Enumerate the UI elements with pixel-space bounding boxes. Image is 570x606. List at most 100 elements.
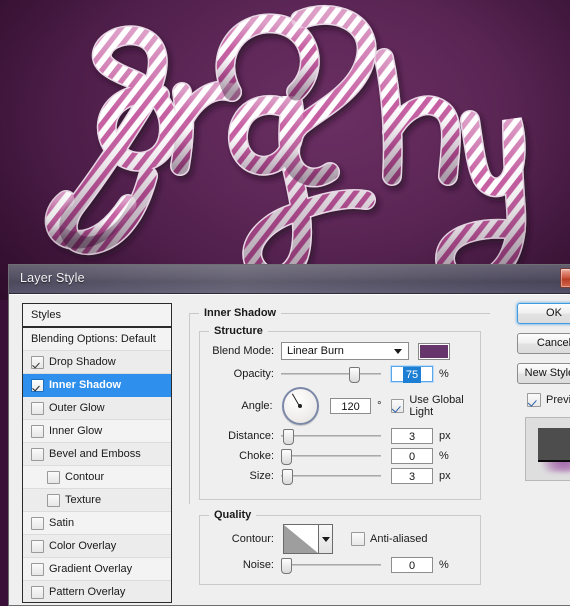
preview-square	[538, 428, 570, 462]
distance-row: Distance: 3 px	[199, 426, 489, 446]
opacity-row: Opacity: 75 %	[199, 364, 489, 384]
checkbox-icon[interactable]	[31, 355, 44, 369]
opacity-input[interactable]: 75	[391, 366, 433, 383]
angle-unit: °	[377, 400, 382, 412]
preview-row: Preview	[527, 393, 570, 410]
checkbox-icon[interactable]	[31, 447, 44, 461]
size-value: 3	[408, 471, 416, 483]
size-slider-thumb[interactable]	[282, 469, 293, 485]
angle-row: Angle: 120 ° Use Global Light	[199, 387, 489, 425]
opacity-slider[interactable]	[281, 367, 381, 383]
sidebar-item-inner-shadow[interactable]: Inner Shadow	[23, 374, 171, 397]
artwork-background	[0, 0, 570, 300]
inner-shadow-group-title: Inner Shadow	[199, 307, 282, 319]
distance-unit: px	[439, 430, 451, 442]
use-global-light-checkbox[interactable]: Use Global Light	[390, 394, 489, 418]
noise-unit: %	[439, 559, 449, 571]
sidebar-item-satin[interactable]: Satin	[23, 512, 171, 535]
choke-input[interactable]: 0	[391, 448, 433, 464]
new-style-button[interactable]: New Style...	[517, 363, 570, 384]
size-slider-track	[281, 475, 381, 477]
noise-input[interactable]: 0	[391, 557, 433, 573]
sidebar-item-contour[interactable]: Contour	[23, 466, 171, 489]
noise-label: Noise:	[242, 559, 274, 571]
preview-thumbnail	[525, 417, 570, 481]
size-row: Size: 3 px	[199, 466, 489, 486]
choke-value: 0	[408, 451, 416, 463]
blend-mode-row: Blend Mode: Linear Burn	[199, 341, 489, 361]
size-input[interactable]: 3	[391, 468, 433, 484]
distance-input[interactable]: 3	[391, 428, 433, 444]
size-slider[interactable]	[281, 469, 381, 485]
contour-curve-icon	[284, 525, 318, 553]
checkbox-icon[interactable]	[31, 424, 44, 438]
distance-slider[interactable]	[281, 429, 381, 445]
opacity-unit: %	[439, 368, 449, 380]
distance-label: Distance:	[228, 430, 274, 442]
settings-column: Inner Shadow Structure Blend Mode: Linea…	[189, 303, 499, 603]
blend-mode-value: Linear Burn	[287, 345, 344, 357]
angle-input[interactable]: 120	[329, 398, 372, 414]
checkbox-icon[interactable]	[31, 516, 44, 530]
contour-label: Contour:	[231, 533, 274, 545]
angle-dial[interactable]	[281, 387, 319, 425]
checkbox-icon	[390, 399, 405, 413]
quality-group-title: Quality	[209, 509, 257, 521]
checkbox-icon	[351, 532, 365, 546]
opacity-label: Opacity:	[233, 368, 274, 380]
sidebar-item-inner-glow[interactable]: Inner Glow	[23, 420, 171, 443]
use-global-light-label: Use Global Light	[409, 394, 464, 418]
dialog-buttons: OK Cancel New Style... Preview	[517, 303, 570, 481]
choke-unit: %	[439, 450, 449, 462]
ok-button[interactable]: OK	[517, 303, 570, 324]
preview-checkbox[interactable]: Preview	[527, 393, 570, 407]
size-unit: px	[439, 470, 451, 482]
sidebar-item-blending-options-default[interactable]: Blending Options: Default	[23, 328, 171, 351]
checkbox-icon[interactable]	[31, 585, 44, 599]
sidebar-item-label: Satin	[49, 517, 75, 529]
sidebar-item-drop-shadow[interactable]: Drop Shadow	[23, 351, 171, 374]
contour-picker[interactable]	[283, 524, 333, 554]
contour-thumbnail[interactable]	[283, 524, 319, 554]
checkbox-icon[interactable]	[31, 539, 44, 553]
choke-label: Choke:	[239, 450, 274, 462]
sidebar-item-label: Color Overlay	[49, 540, 117, 552]
sidebar-item-label: Outer Glow	[49, 402, 105, 414]
anti-aliased-checkbox[interactable]: Anti-aliased	[351, 532, 427, 546]
opacity-slider-track	[281, 373, 381, 375]
checkbox-icon[interactable]	[47, 470, 60, 484]
layer-style-dialog: Layer Style Styles Blending Options: Def…	[8, 264, 570, 606]
choke-slider-thumb[interactable]	[281, 449, 292, 465]
preview-label: Preview	[546, 394, 570, 406]
shadow-color-swatch[interactable]	[418, 342, 450, 360]
artwork-vignette	[0, 0, 570, 300]
styles-list[interactable]: Styles Blending Options: Default Drop Sha…	[22, 303, 172, 603]
checkbox-icon[interactable]	[31, 562, 44, 576]
checkbox-icon[interactable]	[47, 493, 60, 507]
checkbox-icon[interactable]	[31, 401, 44, 415]
noise-slider-thumb[interactable]	[281, 558, 292, 574]
dialog-titlebar[interactable]: Layer Style	[9, 265, 570, 294]
noise-slider[interactable]	[281, 558, 381, 574]
checkbox-icon[interactable]	[31, 378, 44, 392]
sidebar-item-outer-glow[interactable]: Outer Glow	[23, 397, 171, 420]
blend-mode-label: Blend Mode:	[212, 345, 274, 357]
close-icon[interactable]	[560, 268, 570, 288]
choke-slider[interactable]	[281, 449, 381, 465]
sidebar-item-color-overlay[interactable]: Color Overlay	[23, 535, 171, 558]
angle-value: 120	[341, 401, 360, 413]
sidebar-item-gradient-overlay[interactable]: Gradient Overlay	[23, 558, 171, 581]
distance-slider-thumb[interactable]	[283, 429, 294, 445]
opacity-slider-thumb[interactable]	[349, 367, 360, 383]
angle-dial-hub	[298, 404, 303, 408]
checkbox-icon	[527, 393, 541, 407]
styles-list-items: Blending Options: Default Drop Shadow Inne…	[23, 328, 171, 602]
sidebar-item-label: Contour	[65, 471, 105, 483]
sidebar-item-texture[interactable]: Texture	[23, 489, 171, 512]
cancel-button[interactable]: Cancel	[517, 333, 570, 354]
sidebar-item-bevel-and-emboss[interactable]: Bevel and Emboss	[23, 443, 171, 466]
styles-list-header: Styles	[23, 304, 171, 328]
blend-mode-select[interactable]: Linear Burn	[281, 342, 409, 360]
contour-dropdown-button[interactable]	[319, 524, 333, 554]
chevron-down-icon	[321, 537, 330, 542]
